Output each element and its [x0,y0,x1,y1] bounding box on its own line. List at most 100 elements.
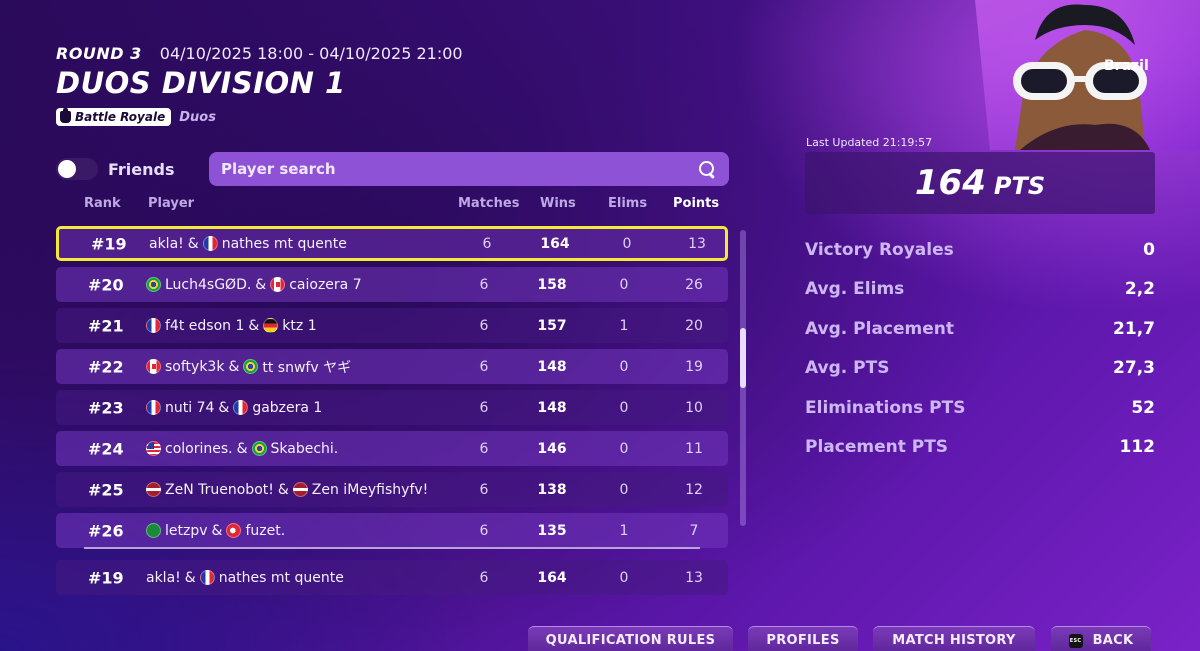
table-row[interactable]: #24 colorines. & Skabechi. 6 146 0 11 [56,431,728,466]
player-cell: f4t edson 1 & ktz 1 [146,318,317,334]
wins-cell: 158 [537,276,567,293]
points-cell: 26 [685,276,703,293]
matches-cell: 6 [479,481,489,498]
col-matches: Matches [458,196,520,211]
table-row[interactable]: #21 f4t edson 1 & ktz 1 6 157 1 20 [56,308,728,343]
friends-toggle[interactable] [56,158,98,180]
country-label: Brazil [1104,58,1149,74]
canada-flag-icon [270,277,286,292]
total-points-box: 164 PTS [805,152,1155,214]
my-team-row[interactable]: #19 akla! & nathes mt quente 6 164 0 13 [56,560,728,595]
latvia-flag-icon [292,482,308,497]
total-points-unit: PTS [993,172,1046,200]
stat-label: Victory Royales [805,240,954,260]
elims-cell: 0 [619,358,629,375]
search-bar[interactable] [209,152,729,186]
elims-cell: 0 [619,399,629,416]
table-row[interactable]: #19 akla! & nathes mt quente 6 164 0 13 [56,226,728,261]
stat-avg-elims: Avg. Elims 2,2 [805,279,1155,318]
toggle-knob [58,160,76,178]
rank-cell: #19 [88,568,124,587]
rank-cell: #23 [88,398,124,417]
search-input[interactable] [221,160,697,178]
search-icon[interactable] [697,159,717,179]
col-player: Player [148,196,195,211]
player-cell: Luch4sGØD. & caiozera 7 [146,277,362,293]
stat-value: 21,7 [1113,318,1155,339]
france-flag-icon [202,236,218,251]
player-name: Luch4sGØD. [165,276,252,293]
profiles-button[interactable]: PROFILES [748,626,858,651]
points-cell: 19 [685,358,703,375]
back-button[interactable]: ESC BACK [1051,626,1151,651]
points-cell: 10 [685,399,703,416]
player-name: caiozera 7 [289,276,362,293]
matches-cell: 6 [479,276,489,293]
ampersand: & [187,235,199,252]
money-bag-icon [60,108,71,123]
table-row[interactable]: #23 nuti 74 & gabzera 1 6 148 0 10 [56,390,728,425]
player-cell: ZeN Truenobot! & Zen iMeyfishyfv! [146,482,428,498]
stat-label: Avg. PTS [805,358,890,379]
table-row[interactable]: #26 letzpv & fuzet. 6 135 1 7 [56,513,728,548]
player-name: ktz 1 [282,317,317,334]
back-label: BACK [1092,633,1134,648]
table-row[interactable]: #20 Luch4sGØD. & caiozera 7 6 158 0 26 [56,267,728,302]
ampersand: & [277,481,289,498]
player-name: colorines. [165,440,233,457]
stats-list: Victory Royales 0 Avg. Elims 2,2 Avg. Pl… [805,240,1155,476]
points-cell: 12 [685,481,703,498]
player-name: akla! [146,569,181,586]
elims-cell: 0 [619,440,629,457]
player-name: softyk3k [165,358,225,375]
brazil-flag-icon [243,359,259,374]
wins-cell: 164 [537,569,567,586]
table-row[interactable]: #25 ZeN Truenobot! & Zen iMeyfishyfv! 6 … [56,472,728,507]
scrollbar-thumb[interactable] [740,328,746,388]
stat-label: Avg. Placement [805,318,955,339]
mode-subtitle: Duos [179,109,216,125]
france-flag-icon [199,570,215,585]
elims-cell: 0 [622,235,632,252]
qualification-rules-button[interactable]: QUALIFICATION RULES [528,626,733,651]
france-flag-icon [146,400,161,415]
stat-placement-pts: Placement PTS 112 [805,437,1155,476]
table-row[interactable]: #22 softyk3k & tt snwfv ヤギ 6 148 0 19 [56,349,728,384]
friends-filter[interactable]: Friends [56,158,175,180]
stat-label: Avg. Elims [805,279,905,300]
round-label: ROUND 3 [56,44,142,63]
mode-row: Battle Royale Duos [56,108,216,126]
elims-cell: 1 [619,317,629,334]
stat-elimination-pts: Eliminations PTS 52 [805,398,1155,437]
matches-cell: 6 [479,399,489,416]
elims-cell: 0 [619,481,629,498]
elims-cell: 0 [619,276,629,293]
match-history-button[interactable]: MATCH HISTORY [873,626,1035,651]
matches-cell: 6 [479,522,489,539]
matches-cell: 6 [482,235,492,252]
france-flag-icon [233,400,249,415]
player-cell: softyk3k & tt snwfv ヤギ [146,357,351,377]
points-cell: 11 [685,440,703,457]
page-title: DUOS DIVISION 1 [56,66,346,100]
canada-flag-icon [146,359,161,374]
wins-cell: 138 [537,481,567,498]
matches-cell: 6 [479,569,489,586]
stat-victory-royales: Victory Royales 0 [805,240,1155,279]
player-name: f4t edson 1 [165,317,245,334]
ampersand: & [228,358,240,375]
rank-cell: #22 [88,357,124,376]
brazil-flag-icon [146,277,161,292]
germany-flag-icon [263,318,279,333]
esc-key-icon: ESC [1068,634,1083,648]
brazil-flag-icon [251,441,267,456]
player-name: nathes mt quente [221,235,347,252]
wins-cell: 148 [537,399,567,416]
saudi-flag-icon [146,523,161,538]
total-points-value: 164 [914,163,986,203]
leaderboard-rows: #19 akla! & nathes mt quente 6 164 0 13 … [56,226,728,554]
latvia-flag-icon [146,482,161,497]
wins-cell: 164 [540,235,570,252]
scrollbar[interactable] [740,230,746,526]
wins-cell: 135 [537,522,567,539]
